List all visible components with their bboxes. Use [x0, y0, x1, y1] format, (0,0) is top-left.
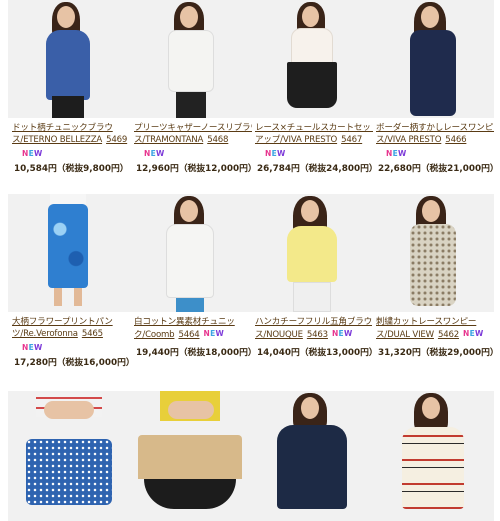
product-card[interactable]: ドット柄チュニックブラウ ス/ETERNO BELLEZZA 5469 NEW 1… [8, 0, 130, 174]
product-card[interactable]: レース×チュールスカートセット アップ/VIVA PRESTO 5467 NEW … [251, 0, 378, 174]
product-price: 26,784円（税抜24,800円） [257, 164, 378, 174]
product-grid: ドット柄チュニックブラウ ス/ETERNO BELLEZZA 5469 NEW 1… [0, 0, 500, 521]
new-badge: NEW [463, 329, 484, 338]
new-badge: NEW [22, 149, 43, 158]
product-price: 17,280円（税抜16,000円） [14, 358, 135, 368]
new-badge: NEW [331, 329, 353, 338]
product-photo[interactable] [251, 391, 373, 521]
product-card[interactable]: ハンカチーフフリル五角ブラウ ス/NOUQUE 5463 NEW 14,040円（税… [251, 194, 378, 358]
product-name-link[interactable]: ドット柄チュニックブラウ ス/ETERNO BELLEZZA 5469 [8, 122, 130, 146]
product-name-link[interactable]: プリーツキャザーノースリブラウ ス/TRAMONTANA 5468 [130, 122, 252, 146]
product-card[interactable] [130, 391, 252, 521]
product-card[interactable]: 大柄フラワープリントパン ツ/Re.Verofonna 5465 NEW 17,2… [8, 194, 135, 368]
product-price: 14,040円（税抜13,000円） [257, 348, 378, 358]
product-photo[interactable] [372, 194, 494, 312]
product-card[interactable] [251, 391, 373, 521]
new-badge: NEW [144, 149, 165, 158]
product-price: 22,680円（税抜21,000円） [378, 164, 499, 174]
product-name-link[interactable]: レース×チュールスカートセット アップ/VIVA PRESTO 5467 [251, 122, 373, 146]
product-name-link[interactable]: ボーダー柄すかしレースワンピー ス/VIVA PRESTO 5466 [372, 122, 494, 146]
product-photo[interactable] [130, 0, 252, 118]
product-price: 31,320円（税抜29,000円） [378, 348, 499, 358]
product-card[interactable] [372, 391, 494, 521]
product-photo[interactable] [372, 391, 494, 521]
product-photo[interactable] [8, 194, 130, 312]
product-name-link[interactable]: 刺繍カットレースワンピー ス/DUAL VIEW 5462 NEW [372, 316, 494, 341]
new-badge: NEW [203, 329, 225, 338]
product-card[interactable]: 刺繍カットレースワンピー ス/DUAL VIEW 5462 NEW 31,320円（… [372, 194, 499, 358]
product-name-link[interactable]: ハンカチーフフリル五角ブラウ ス/NOUQUE 5463 NEW [251, 316, 373, 341]
product-price: 12,960円（税抜12,000円） [136, 164, 257, 174]
product-photo[interactable] [372, 0, 494, 118]
product-name-link[interactable]: 大柄フラワープリントパン ツ/Re.Verofonna 5465 [8, 316, 130, 340]
product-price: 10,584円（税抜9,800円） [14, 164, 129, 174]
product-card[interactable] [8, 391, 130, 521]
product-photo[interactable] [251, 0, 373, 118]
product-price: 19,440円（税抜18,000円） [136, 348, 257, 358]
product-photo[interactable] [251, 194, 373, 312]
product-card[interactable]: 白コットン異素材チュニッ ク/Coomb 5464 NEW 19,440円（税抜18… [130, 194, 257, 358]
product-photo[interactable] [130, 391, 252, 521]
new-badge: NEW [386, 149, 407, 158]
product-card[interactable]: プリーツキャザーノースリブラウ ス/TRAMONTANA 5468 NEW 12,… [130, 0, 257, 174]
product-photo[interactable] [8, 391, 130, 521]
new-badge: NEW [265, 149, 286, 158]
product-card[interactable]: ボーダー柄すかしレースワンピー ス/VIVA PRESTO 5466 NEW 22… [372, 0, 499, 174]
product-photo[interactable] [8, 0, 130, 118]
product-photo[interactable] [130, 194, 252, 312]
product-name-link[interactable]: 白コットン異素材チュニッ ク/Coomb 5464 NEW [130, 316, 252, 341]
new-badge: NEW [22, 343, 43, 352]
